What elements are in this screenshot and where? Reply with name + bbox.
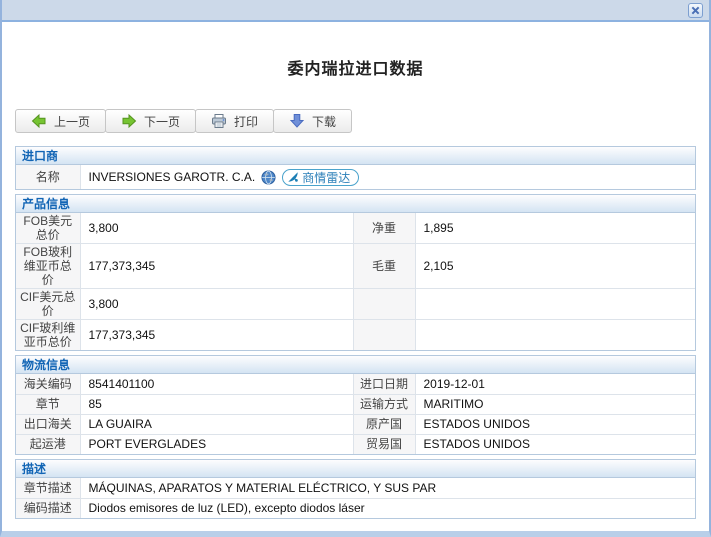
field-value: ESTADOS UNIDOS bbox=[414, 433, 695, 454]
field-label: 海关编码 bbox=[16, 374, 81, 395]
field-value: 2,105 bbox=[414, 243, 695, 289]
prev-page-label: 上一页 bbox=[54, 114, 91, 129]
field-value: MARITIMO bbox=[414, 393, 695, 415]
field-label: CIF玻利维亚币总价 bbox=[16, 319, 81, 350]
download-button[interactable]: 下载 bbox=[273, 109, 353, 133]
table-row: 起运港 PORT EVERGLADES 贸易国 ESTADOS UNIDOS bbox=[16, 433, 695, 454]
field-value: LA GUAIRA bbox=[79, 413, 354, 435]
field-label: 原产国 bbox=[352, 413, 416, 435]
table-row: 章节描述 MÁQUINAS, APARATOS Y MATERIAL ELÉCT… bbox=[16, 478, 695, 499]
field-label: 毛重 bbox=[352, 243, 416, 289]
field-value: ESTADOS UNIDOS bbox=[414, 413, 695, 435]
section-product: 产品信息 FOB美元总价 3,800 净重 1,895 FOB玻利维亚币总价 1… bbox=[15, 194, 696, 351]
field-value: Diodos emisores de luz (LED), excepto di… bbox=[79, 497, 695, 518]
field-value: 3,800 bbox=[79, 288, 354, 320]
table-row: FOB玻利维亚币总价 177,373,345 毛重 2,105 bbox=[16, 243, 695, 289]
field-value bbox=[414, 288, 695, 320]
green-arrow-right-icon bbox=[122, 113, 137, 129]
importer-name: INVERSIONES GAROTR. C.A. bbox=[88, 170, 256, 184]
dialog-content: 委内瑞拉进口数据 上一页 下一页 打印 下载 进口商 名称 INVERSIONE… bbox=[2, 55, 709, 519]
section-importer: 进口商 名称 INVERSIONES GAROTR. C.A. 商情雷达 bbox=[15, 146, 696, 190]
field-label: 名称 bbox=[16, 165, 81, 189]
field-value: 177,373,345 bbox=[79, 243, 354, 289]
field-value: 8541401100 bbox=[79, 374, 354, 395]
close-button[interactable] bbox=[688, 3, 703, 18]
next-page-label: 下一页 bbox=[144, 114, 181, 129]
prev-page-button[interactable]: 上一页 bbox=[15, 109, 107, 133]
toolbar: 上一页 下一页 打印 下载 bbox=[15, 109, 696, 133]
print-button[interactable]: 打印 bbox=[195, 109, 275, 133]
field-label: 起运港 bbox=[16, 433, 81, 454]
dialog-titlebar bbox=[2, 0, 709, 22]
field-label: 章节描述 bbox=[16, 478, 81, 499]
field-label: 运输方式 bbox=[352, 393, 416, 415]
print-label: 打印 bbox=[234, 114, 259, 129]
page-title: 委内瑞拉进口数据 bbox=[287, 61, 424, 78]
field-label: 净重 bbox=[352, 213, 416, 244]
table-row: CIF美元总价 3,800 bbox=[16, 288, 695, 320]
close-icon bbox=[691, 6, 700, 15]
field-value: INVERSIONES GAROTR. C.A. 商情雷达 bbox=[79, 165, 695, 189]
field-value: 2019-12-01 bbox=[414, 374, 695, 395]
table-row: 名称 INVERSIONES GAROTR. C.A. 商情雷达 bbox=[16, 165, 695, 189]
field-value bbox=[414, 319, 695, 350]
field-label bbox=[352, 288, 416, 320]
section-logistics: 物流信息 海关编码 8541401100 进口日期 2019-12-01 章节 … bbox=[15, 355, 696, 455]
radar-badge-label: 商情雷达 bbox=[302, 170, 351, 185]
download-label: 下载 bbox=[312, 114, 337, 129]
globe-icon[interactable] bbox=[261, 169, 276, 185]
green-arrow-left-icon bbox=[31, 113, 46, 129]
field-label: 章节 bbox=[16, 393, 81, 415]
table-row: 海关编码 8541401100 进口日期 2019-12-01 bbox=[16, 374, 695, 395]
section-description: 描述 章节描述 MÁQUINAS, APARATOS Y MATERIAL EL… bbox=[15, 459, 696, 519]
field-label: 出口海关 bbox=[16, 413, 81, 435]
field-value: 1,895 bbox=[414, 213, 695, 244]
table-row: CIF玻利维亚币总价 177,373,345 bbox=[16, 319, 695, 350]
table-row: 章节 85 运输方式 MARITIMO bbox=[16, 393, 695, 415]
section-product-header: 产品信息 bbox=[16, 195, 695, 213]
dialog-window: 委内瑞拉进口数据 上一页 下一页 打印 下载 进口商 名称 INVERSIONE… bbox=[0, 0, 711, 537]
field-label: FOB玻利维亚币总价 bbox=[16, 243, 81, 289]
field-label: FOB美元总价 bbox=[16, 213, 81, 244]
field-value: 177,373,345 bbox=[79, 319, 354, 350]
field-label: CIF美元总价 bbox=[16, 288, 81, 320]
field-value: MÁQUINAS, APARATOS Y MATERIAL ELÉCTRICO,… bbox=[79, 478, 695, 499]
field-label: 贸易国 bbox=[352, 433, 416, 454]
table-row: 编码描述 Diodos emisores de luz (LED), excep… bbox=[16, 497, 695, 518]
logistics-table: 海关编码 8541401100 进口日期 2019-12-01 章节 85 运输… bbox=[16, 374, 695, 454]
printer-icon bbox=[212, 114, 227, 128]
field-label bbox=[352, 319, 416, 350]
importer-table: 名称 INVERSIONES GAROTR. C.A. 商情雷达 bbox=[16, 165, 695, 189]
field-label: 进口日期 bbox=[352, 374, 416, 395]
section-description-header: 描述 bbox=[16, 460, 695, 478]
product-table: FOB美元总价 3,800 净重 1,895 FOB玻利维亚币总价 177,37… bbox=[16, 213, 695, 350]
table-row: FOB美元总价 3,800 净重 1,895 bbox=[16, 213, 695, 244]
field-value: 85 bbox=[79, 393, 354, 415]
satellite-dish-icon bbox=[288, 172, 299, 182]
radar-badge-link[interactable]: 商情雷达 bbox=[282, 168, 360, 186]
field-value: 3,800 bbox=[79, 213, 354, 244]
next-page-button[interactable]: 下一页 bbox=[105, 109, 197, 133]
blue-arrow-down-icon bbox=[289, 114, 305, 128]
field-value: PORT EVERGLADES bbox=[79, 433, 354, 454]
section-logistics-header: 物流信息 bbox=[16, 356, 695, 374]
section-importer-header: 进口商 bbox=[16, 147, 695, 165]
description-table: 章节描述 MÁQUINAS, APARATOS Y MATERIAL ELÉCT… bbox=[16, 478, 695, 518]
field-label: 编码描述 bbox=[16, 497, 81, 518]
table-row: 出口海关 LA GUAIRA 原产国 ESTADOS UNIDOS bbox=[16, 413, 695, 435]
